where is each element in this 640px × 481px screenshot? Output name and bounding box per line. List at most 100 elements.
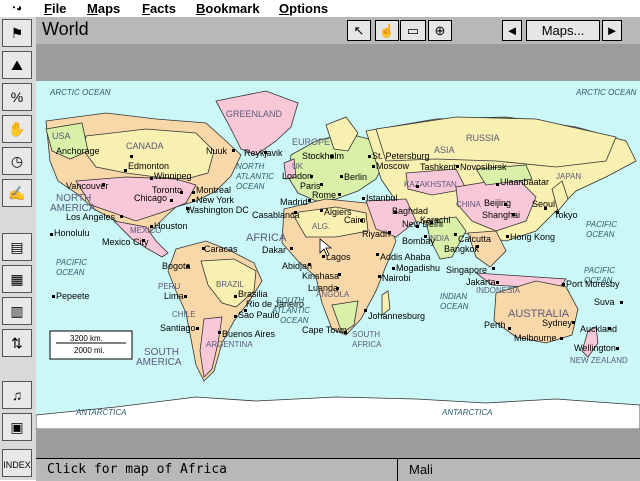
city-label[interactable]: Mexico City: [102, 237, 149, 247]
city-label[interactable]: Vancouver: [66, 181, 108, 191]
city-label[interactable]: Luanda: [308, 283, 338, 293]
city-label[interactable]: Novosibirsk: [460, 162, 507, 172]
city-label[interactable]: Suva: [594, 297, 615, 307]
city-label[interactable]: Casablanca: [252, 210, 300, 220]
handshake-icon[interactable]: ✋: [2, 115, 32, 143]
maps-button[interactable]: Maps...: [526, 20, 600, 41]
city-label[interactable]: Nuuk: [206, 146, 228, 156]
city-label[interactable]: Abidjan: [282, 261, 312, 271]
city-label[interactable]: London: [282, 171, 312, 181]
city-label[interactable]: Reykjavik: [244, 148, 283, 158]
menu-facts[interactable]: Facts: [142, 0, 176, 17]
city-label[interactable]: Nairobi: [382, 273, 411, 283]
region-label: RUSSIA: [466, 133, 500, 143]
city-label[interactable]: Stockholm: [302, 151, 344, 161]
menu-maps[interactable]: Maps: [87, 0, 120, 17]
city-label[interactable]: Rome: [312, 190, 336, 200]
region-label: PERU: [158, 282, 180, 291]
pointer-tool-icon[interactable]: ↖: [347, 20, 371, 41]
city-label[interactable]: Winnipeg: [154, 171, 192, 181]
city-label[interactable]: Ulaanbaatar: [500, 177, 549, 187]
city-label[interactable]: Honolulu: [54, 228, 90, 238]
city-label[interactable]: Mogadishu: [396, 263, 440, 273]
menu-bookmark[interactable]: Bookmark: [196, 0, 260, 17]
city-label[interactable]: Anchorage: [56, 146, 100, 156]
city-label[interactable]: Pepeete: [56, 291, 90, 301]
city-label[interactable]: Sao Paulo: [238, 310, 280, 320]
city-label[interactable]: Addis Ababa: [380, 252, 431, 262]
city-label[interactable]: Cape Town: [302, 325, 347, 335]
city-label[interactable]: Bogota: [162, 261, 191, 271]
next-map-button[interactable]: ►: [602, 20, 622, 41]
city-label[interactable]: Wellington: [574, 343, 616, 353]
city-label[interactable]: Johannesburg: [368, 311, 425, 321]
city-label[interactable]: Bangkok: [444, 244, 480, 254]
buildings-icon[interactable]: ▦: [2, 265, 32, 293]
cube-stack-icon[interactable]: ▣: [2, 413, 32, 441]
world-map[interactable]: 3200 km. 2000 mi. ARCTIC OCEAN ARCTIC OC…: [36, 81, 640, 429]
city-label[interactable]: Berlin: [344, 172, 367, 182]
city-label[interactable]: Hong Kong: [510, 232, 555, 242]
city-label[interactable]: Dakar: [262, 245, 286, 255]
city-label[interactable]: Montreal: [196, 185, 231, 195]
city-label[interactable]: Houston: [154, 221, 188, 231]
city-label[interactable]: Cairo: [344, 215, 366, 225]
index-icon[interactable]: INDEX: [2, 449, 32, 477]
city-label[interactable]: Washington DC: [186, 205, 249, 215]
statistics-icon[interactable]: ▥: [2, 297, 32, 325]
city-label[interactable]: Perth: [484, 320, 506, 330]
city-label[interactable]: Buenos Aires: [222, 329, 276, 339]
hand-tool-icon[interactable]: ☝: [375, 20, 399, 41]
city-label[interactable]: Riyadh: [362, 229, 390, 239]
city-label[interactable]: Lagos: [326, 252, 351, 262]
city-label[interactable]: Edmonton: [128, 161, 169, 171]
city-label[interactable]: Madrid: [280, 197, 308, 207]
signature-icon[interactable]: ✍: [2, 179, 32, 207]
city-label[interactable]: Los Angeles: [66, 212, 116, 222]
city-label[interactable]: Rio de Janeiro: [246, 299, 304, 309]
app-logo-icon[interactable]: ◔◕: [2, 1, 30, 16]
book-icon[interactable]: ▤: [2, 233, 32, 261]
city-label[interactable]: Singapore: [446, 265, 487, 275]
zoom-tool-icon[interactable]: ⊕: [428, 20, 452, 41]
city-label[interactable]: Seoul: [532, 199, 555, 209]
bottom-margin-strip: [36, 429, 640, 458]
city-label[interactable]: Karachi: [420, 215, 451, 225]
menu-file[interactable]: File: [44, 0, 66, 17]
city-label[interactable]: Tashkent: [420, 162, 457, 172]
city-label[interactable]: Beijing: [484, 198, 511, 208]
city-label[interactable]: Tokyo: [554, 210, 578, 220]
city-label[interactable]: Santiago: [160, 323, 196, 333]
city-label[interactable]: Lima: [164, 291, 184, 301]
city-label[interactable]: Port Moresby: [566, 279, 620, 289]
city-label[interactable]: Jakarta: [466, 277, 496, 287]
region-label: EUROPE: [292, 137, 330, 147]
city-label[interactable]: Bombay: [402, 236, 436, 246]
city-label[interactable]: Moscow: [376, 161, 410, 171]
clock-icon[interactable]: ◷: [2, 147, 32, 175]
city-label[interactable]: Chicago: [134, 193, 167, 203]
world-map-svg[interactable]: 3200 km. 2000 mi. ARCTIC OCEAN ARCTIC OC…: [36, 81, 640, 429]
city-label[interactable]: Shanghai: [482, 210, 520, 220]
city-label[interactable]: St. Petersburg: [372, 151, 430, 161]
antarctica-shape[interactable]: [36, 396, 640, 429]
ocean-label: PACIFIC: [586, 220, 617, 229]
previous-map-button[interactable]: ◄: [502, 20, 522, 41]
elevation-icon[interactable]: ⛰: [2, 51, 32, 79]
flag-icon[interactable]: ⚑: [2, 19, 32, 47]
city-label[interactable]: Istanbul: [366, 193, 398, 203]
compare-icon[interactable]: ⇅: [2, 329, 32, 357]
city-label[interactable]: New York: [196, 195, 235, 205]
music-icon[interactable]: ♫: [2, 381, 32, 409]
menu-options[interactable]: Options: [279, 0, 328, 17]
city-label[interactable]: Caracas: [204, 244, 238, 254]
city-label[interactable]: Auckland: [580, 324, 617, 334]
city-label[interactable]: Kinshasa: [302, 271, 339, 281]
city-label[interactable]: Calcutta: [458, 234, 491, 244]
city-label[interactable]: Melbourne: [514, 333, 557, 343]
city-label[interactable]: Brasilia: [238, 289, 268, 299]
city-label[interactable]: Sydney: [542, 318, 573, 328]
scale-mi-label: 2000 mi.: [74, 346, 105, 355]
percent-icon[interactable]: %: [2, 83, 32, 111]
ruler-tool-icon[interactable]: ▭: [400, 20, 426, 41]
